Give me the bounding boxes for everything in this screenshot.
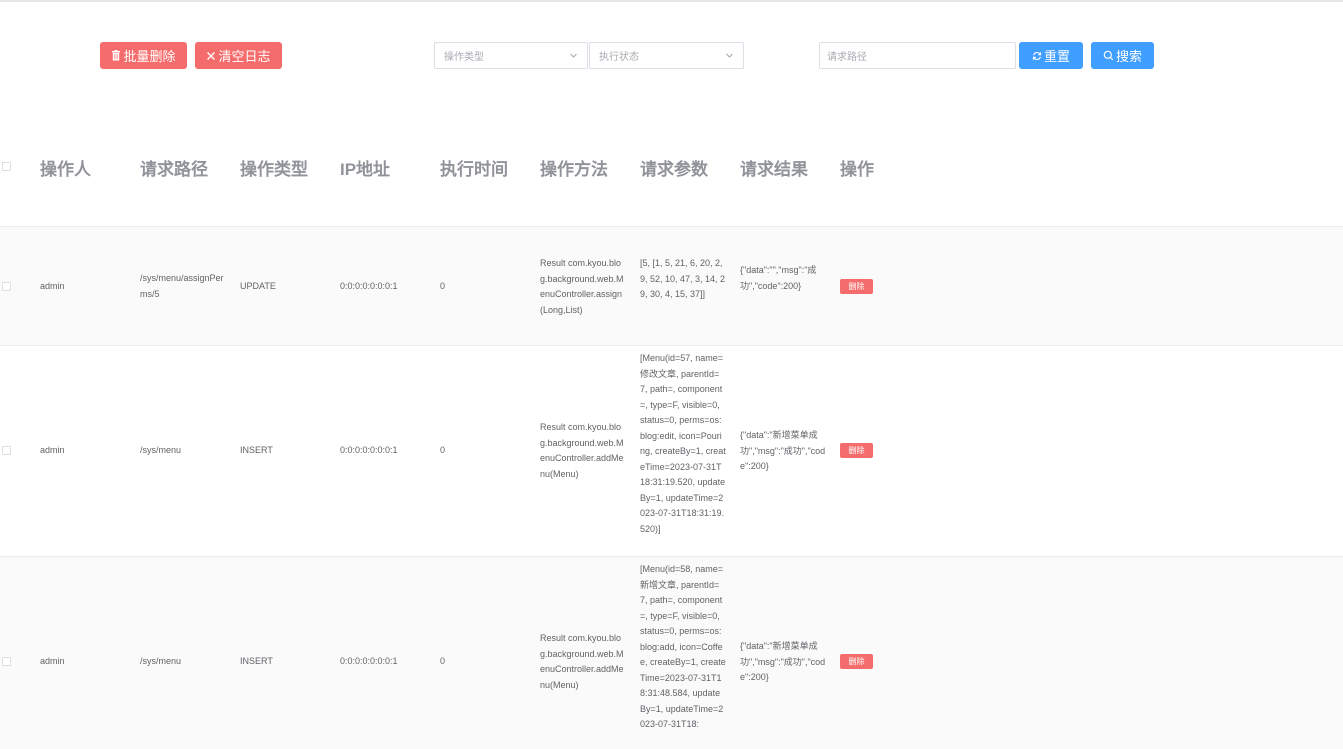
column-header-params: 请求参数 xyxy=(640,160,708,179)
clear-log-button[interactable]: 清空日志 xyxy=(195,42,282,69)
params-cell: [5, [1, 5, 21, 6, 20, 2, 9, 52, 10, 47, … xyxy=(640,258,726,299)
type-cell: UPDATE xyxy=(240,281,276,291)
params-cell: [Menu(id=58, name=新增文章, parentId=7, path… xyxy=(640,564,726,729)
operation-type-select[interactable]: 操作类型 xyxy=(434,42,588,69)
chevron-down-icon xyxy=(726,53,733,58)
result-cell: {"data":"新增菜单成功","msg":"成功","code":200} xyxy=(740,641,826,682)
ip-cell: 0:0:0:0:0:0:0:1 xyxy=(340,281,398,291)
close-icon xyxy=(207,51,216,60)
table-row: admin /sys/menu INSERT 0:0:0:0:0:0:0:1 0… xyxy=(0,345,1343,556)
operation-type-placeholder: 操作类型 xyxy=(444,52,484,63)
path-cell: /sys/menu xyxy=(140,656,182,666)
select-all-checkbox[interactable] xyxy=(2,162,11,171)
search-label: 搜索 xyxy=(1115,49,1142,64)
table-row: admin /sys/menu INSERT 0:0:0:0:0:0:0:1 0… xyxy=(0,556,1343,749)
exec-status-select[interactable]: 执行状态 xyxy=(589,42,744,69)
params-cell: [Menu(id=57, name=修改文章, parentId=7, path… xyxy=(640,353,726,534)
trash-icon xyxy=(112,50,121,61)
column-header-result: 请求结果 xyxy=(740,160,808,179)
ip-cell: 0:0:0:0:0:0:0:1 xyxy=(340,656,398,666)
time-cell: 0 xyxy=(440,281,446,291)
column-header-method: 操作方法 xyxy=(540,160,608,179)
search-icon xyxy=(1103,50,1114,61)
operator-cell: admin xyxy=(40,281,65,291)
operator-cell: admin xyxy=(40,445,65,455)
operator-cell: admin xyxy=(40,656,65,666)
exec-status-placeholder: 执行状态 xyxy=(599,52,639,63)
type-cell: INSERT xyxy=(240,656,273,666)
row-checkbox[interactable] xyxy=(2,657,11,666)
result-cell: {"data":"","msg":"成功","code":200} xyxy=(740,265,817,291)
type-cell: INSERT xyxy=(240,445,273,455)
top-border xyxy=(0,0,1343,2)
column-header-time: 执行时间 xyxy=(440,160,508,179)
column-header-operator: 操作人 xyxy=(40,160,91,179)
reset-label: 重置 xyxy=(1043,49,1070,64)
method-cell: Result com.kyou.blog.background.web.Menu… xyxy=(540,258,624,315)
time-cell: 0 xyxy=(440,445,446,455)
request-path-input[interactable]: 请求路径 xyxy=(819,42,1016,69)
ip-cell: 0:0:0:0:0:0:0:1 xyxy=(340,445,398,455)
path-cell: /sys/menu xyxy=(140,445,182,455)
search-button[interactable]: 搜索 xyxy=(1091,42,1154,69)
clear-log-label: 清空日志 xyxy=(218,49,271,64)
table-row: admin /sys/menu/assignPerms/5 UPDATE 0:0… xyxy=(0,226,1343,345)
delete-button[interactable]: 删除 xyxy=(840,654,873,669)
row-checkbox[interactable] xyxy=(2,282,11,291)
time-cell: 0 xyxy=(440,656,446,666)
row-checkbox[interactable] xyxy=(2,446,11,455)
reset-button[interactable]: 重置 xyxy=(1019,42,1083,69)
column-header-type: 操作类型 xyxy=(240,160,308,179)
refresh-icon xyxy=(1032,51,1042,60)
column-header-ip: IP地址 xyxy=(340,160,391,179)
batch-delete-button[interactable]: 批量删除 xyxy=(100,42,187,69)
delete-button[interactable]: 删除 xyxy=(840,443,873,458)
method-cell: Result com.kyou.blog.background.web.Menu… xyxy=(540,422,624,479)
delete-button[interactable]: 删除 xyxy=(840,279,873,294)
method-cell: Result com.kyou.blog.background.web.Menu… xyxy=(540,633,624,690)
path-cell: /sys/menu/assignPerms/5 xyxy=(140,273,224,299)
column-header-action: 操作 xyxy=(840,160,874,179)
chevron-down-icon xyxy=(570,53,577,58)
column-header-path: 请求路径 xyxy=(140,160,208,179)
result-cell: {"data":"新增菜单成功","msg":"成功","code":200} xyxy=(740,430,826,471)
batch-delete-label: 批量删除 xyxy=(123,49,176,64)
request-path-placeholder: 请求路径 xyxy=(827,52,867,63)
